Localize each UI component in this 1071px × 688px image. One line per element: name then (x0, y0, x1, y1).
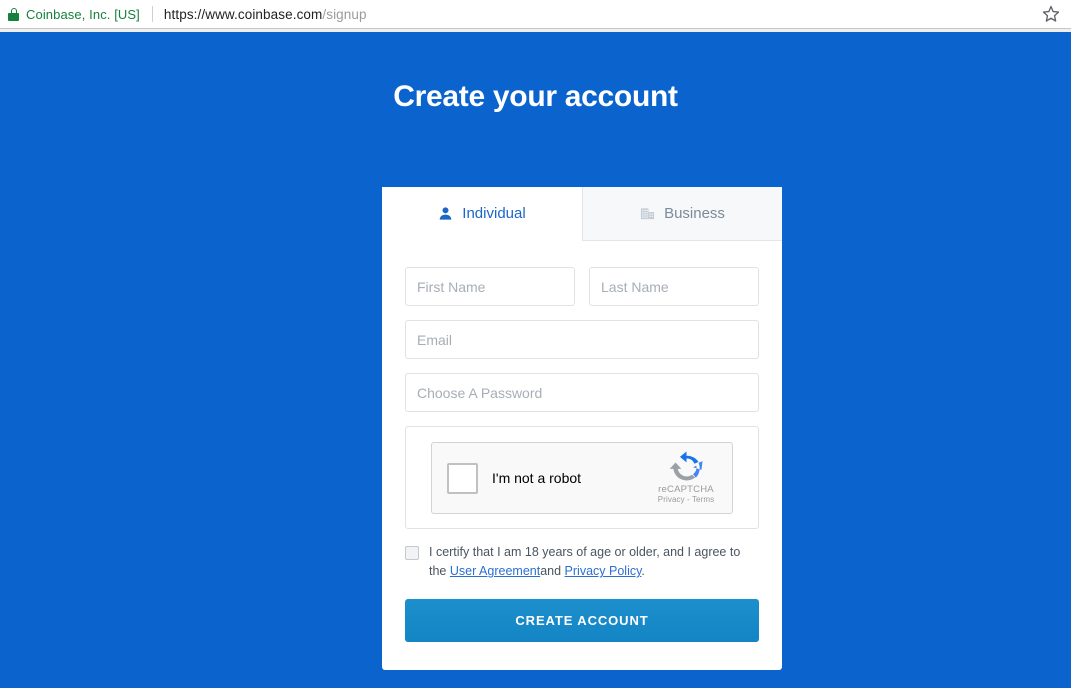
recaptcha-widget[interactable]: I'm not a robot reCAPTCHA Privacy - Term… (431, 442, 733, 514)
site-identity-label: Coinbase, Inc. [US] (26, 6, 140, 22)
recaptcha-brand-name: reCAPTCHA (658, 484, 714, 495)
recaptcha-container: I'm not a robot reCAPTCHA Privacy - Term… (405, 426, 759, 529)
first-name-input[interactable] (405, 267, 575, 306)
recaptcha-branding: reCAPTCHA Privacy - Terms (650, 450, 722, 504)
tab-individual-label: Individual (462, 205, 526, 222)
email-field-row (405, 320, 759, 359)
signup-card: Individual Business First Name Last Name… (382, 187, 782, 670)
signup-form: I'm not a robot reCAPTCHA Privacy - Term… (382, 241, 782, 642)
building-icon (640, 206, 655, 221)
recaptcha-checkbox[interactable] (447, 462, 478, 494)
recaptcha-privacy-terms[interactable]: Privacy - Terms (650, 495, 722, 504)
account-type-tabs: Individual Business (382, 187, 782, 241)
recaptcha-logo-icon (669, 450, 704, 485)
tab-business-label: Business (664, 205, 725, 222)
age-consent-checkbox[interactable] (405, 546, 419, 560)
url-path: /signup (322, 6, 367, 22)
browser-url-bar[interactable]: Coinbase, Inc. [US] https://www.coinbase… (0, 0, 1071, 28)
password-field-row (405, 373, 759, 412)
consent-text-after: . (641, 564, 645, 579)
consent-text: I certify that I am 18 years of age or o… (429, 543, 759, 582)
consent-text-between: and (540, 564, 562, 579)
signup-page: Create your account Individual Business … (0, 32, 1071, 688)
person-icon (438, 206, 453, 221)
password-input[interactable] (405, 373, 759, 412)
lock-icon (8, 7, 19, 21)
privacy-policy-link[interactable]: Privacy Policy (565, 564, 642, 578)
email-input[interactable] (405, 320, 759, 359)
url-text[interactable]: https://www.coinbase.com/signup (164, 7, 367, 22)
create-account-button[interactable]: CREATE ACCOUNT (405, 598, 759, 642)
consent-row: I certify that I am 18 years of age or o… (405, 543, 759, 582)
recaptcha-label: I'm not a robot (492, 470, 582, 486)
tab-business[interactable]: Business (582, 187, 782, 241)
url-origin: https://www.coinbase.com (163, 6, 323, 22)
name-field-row (405, 267, 759, 306)
tab-individual[interactable]: Individual (382, 187, 582, 241)
page-title: Create your account (393, 80, 678, 113)
user-agreement-link[interactable]: User Agreement (450, 564, 540, 578)
identity-divider (151, 6, 153, 22)
last-name-input[interactable] (589, 267, 759, 306)
star-icon[interactable] (1041, 4, 1061, 24)
